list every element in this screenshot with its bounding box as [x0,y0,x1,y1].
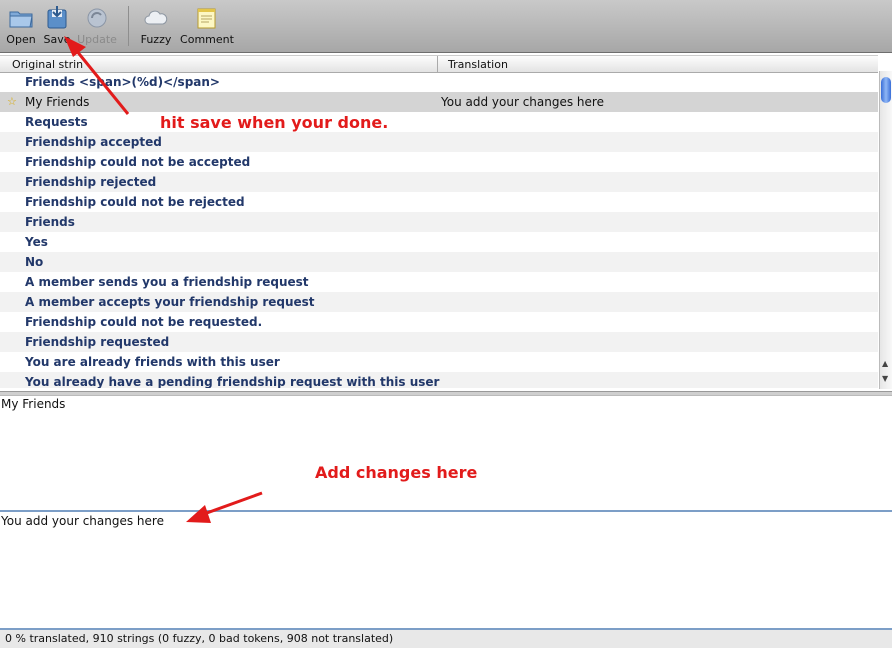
row-original: Friendship accepted [25,135,162,149]
save-button[interactable]: Save [41,6,73,46]
column-header-original[interactable]: Original strin [12,58,83,71]
comment-button[interactable]: Comment [180,6,234,46]
strings-table: Original strin Translation Friends <span… [0,53,892,391]
row-original: Friendship rejected [25,175,157,189]
row-original: A member accepts your friendship request [25,295,315,309]
save-label: Save [43,33,71,46]
row-original: Friendship could not be accepted [25,155,251,169]
table-row[interactable]: Friendship could not be requested. [0,312,878,332]
fuzzy-label: Fuzzy [140,33,172,46]
save-hint-annotation: hit save when your done. [160,113,389,132]
update-button[interactable]: Update [76,6,118,46]
table-body: Friends <span>(%d)</span> ☆ My Friends Y… [0,72,878,388]
status-bar: 0 % translated, 910 strings (0 fuzzy, 0 … [0,630,892,648]
row-original: Yes [25,235,48,249]
table-row[interactable]: You are already friends with this user [0,352,878,372]
table-row[interactable]: Friendship accepted [0,132,878,152]
cloud-icon [144,10,168,25]
translation-editor[interactable]: You add your changes here [0,513,892,627]
fuzzy-button[interactable]: Fuzzy [138,6,174,46]
table-row[interactable]: Requests [0,112,878,132]
row-original: My Friends [25,95,90,109]
folder-icon [9,11,33,28]
row-original: Friends [25,215,75,229]
open-button[interactable]: Open [5,6,37,46]
row-original: Requests [25,115,88,129]
column-header-translation[interactable]: Translation [448,58,508,71]
comment-label: Comment [180,33,234,46]
row-original: You are already friends with this user [25,355,280,369]
table-row[interactable]: No [0,252,878,272]
toolbar-separator [128,6,129,46]
scroll-down-icon[interactable]: ▼ [882,374,888,383]
table-row[interactable]: Friendship rejected [0,172,878,192]
table-row[interactable]: Yes [0,232,878,252]
open-label: Open [6,33,36,46]
table-row[interactable]: Friendship requested [0,332,878,352]
notepad-icon [197,8,216,29]
row-original: Friendship could not be requested. [25,315,263,329]
toolbar: Open Save Update Fuzzy Comment [0,0,892,53]
table-row[interactable]: A member sends you a friendship request [0,272,878,292]
row-original: Friends <span>(%d)</span> [25,75,220,89]
row-translation: You add your changes here [441,95,604,109]
original-text-pane: My Friends [0,396,892,510]
save-icon [47,6,67,29]
row-original: Friendship could not be rejected [25,195,245,209]
scroll-up-icon[interactable]: ▲ [882,359,888,368]
table-header: Original strin Translation [0,55,878,73]
original-text: My Friends [1,397,66,411]
table-row[interactable]: Friendship could not be accepted [0,152,878,172]
row-original: No [25,255,44,269]
vertical-scrollbar[interactable]: ▲ ▼ [879,71,892,389]
table-row[interactable]: Friendship could not be rejected [0,192,878,212]
column-divider [437,56,438,72]
table-row-selected[interactable]: ☆ My Friends You add your changes here [0,92,878,112]
update-icon [87,8,107,28]
table-row[interactable]: Friends <span>(%d)</span> [0,72,878,92]
table-row[interactable]: Friends [0,212,878,232]
changes-hint-annotation: Add changes here [315,463,478,482]
scrollbar-thumb[interactable] [881,77,891,103]
row-original: A member sends you a friendship request [25,275,309,289]
table-row[interactable]: A member accepts your friendship request [0,292,878,312]
update-label: Update [77,33,117,46]
star-icon: ☆ [7,95,17,108]
pane-divider[interactable] [0,510,892,512]
row-original: Friendship requested [25,335,170,349]
status-text: 0 % translated, 910 strings (0 fuzzy, 0 … [5,632,394,645]
table-row[interactable]: You already have a pending friendship re… [0,372,878,388]
translation-text[interactable]: You add your changes here [1,514,164,528]
row-original: You already have a pending friendship re… [25,375,440,388]
